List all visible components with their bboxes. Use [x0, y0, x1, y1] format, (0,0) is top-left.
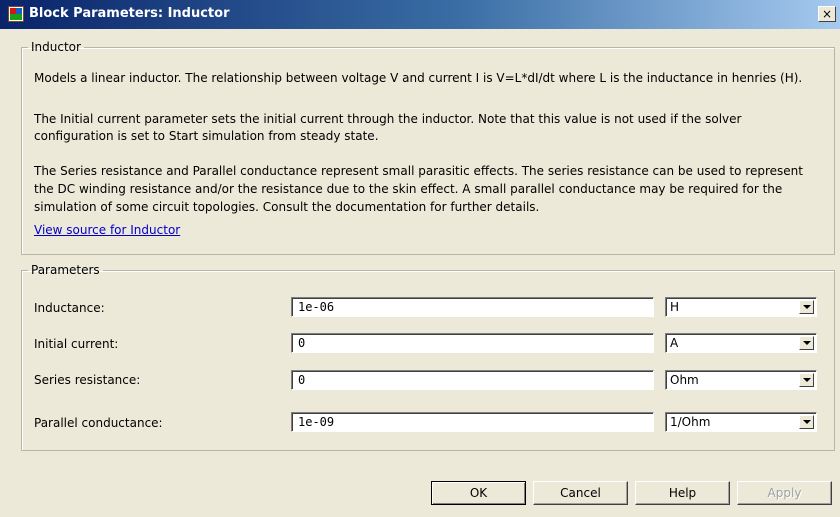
- description-paragraph-1: Models a linear inductor. The relationsh…: [34, 71, 803, 85]
- simulink-block-icon: [8, 6, 24, 22]
- chevron-down-icon[interactable]: [799, 300, 814, 314]
- inductance-unit-value: H: [670, 300, 680, 314]
- help-button[interactable]: Help: [635, 481, 730, 505]
- inductance-input[interactable]: 1e-06: [291, 297, 654, 317]
- close-button[interactable]: ×: [818, 6, 836, 22]
- series-resistance-input[interactable]: 0: [291, 370, 654, 390]
- parallel-conductance-input[interactable]: 1e-09: [291, 412, 654, 432]
- series-resistance-unit-value: Ohm: [670, 373, 699, 387]
- cancel-button[interactable]: Cancel: [533, 481, 628, 505]
- initial-current-unit-select[interactable]: A: [665, 333, 817, 353]
- parallel-conductance-unit-select[interactable]: 1/Ohm: [665, 412, 817, 432]
- description-paragraph-3-line-1: The Series resistance and Parallel condu…: [34, 164, 803, 178]
- window-title: Block Parameters: Inductor: [29, 6, 230, 21]
- view-source-link[interactable]: View source for Inductor: [34, 223, 180, 237]
- initial-current-unit-value: A: [670, 336, 679, 350]
- inductance-unit-select[interactable]: H: [665, 297, 817, 317]
- inductor-legend: Inductor: [31, 40, 81, 54]
- chevron-down-icon[interactable]: [799, 415, 814, 429]
- initial-current-label: Initial current:: [34, 337, 119, 351]
- title-bar: Block Parameters: Inductor ×: [0, 0, 840, 29]
- chevron-down-icon[interactable]: [799, 373, 814, 387]
- parallel-conductance-unit-value: 1/Ohm: [670, 415, 711, 429]
- initial-current-input[interactable]: 0: [291, 333, 654, 353]
- description-paragraph-3-line-2: the DC winding resistance and/or the res…: [34, 182, 783, 196]
- apply-button: Apply: [737, 481, 832, 505]
- parameters-legend: Parameters: [31, 263, 100, 277]
- chevron-down-icon[interactable]: [799, 336, 814, 350]
- ok-button[interactable]: OK: [431, 481, 526, 505]
- description-paragraph-3-line-3: simulation of some circuit topologies. C…: [34, 200, 540, 214]
- inductance-label: Inductance:: [34, 301, 105, 315]
- parallel-conductance-label: Parallel conductance:: [34, 416, 163, 430]
- series-resistance-unit-select[interactable]: Ohm: [665, 370, 817, 390]
- series-resistance-label: Series resistance:: [34, 373, 141, 387]
- description-paragraph-2-line-2: configuration is set to Start simulation…: [34, 129, 379, 143]
